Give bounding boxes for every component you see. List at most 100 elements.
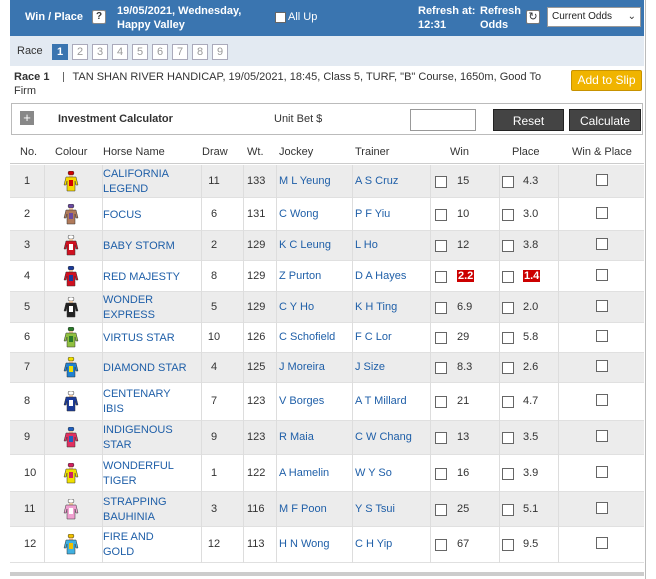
win-checkbox[interactable]: [435, 271, 447, 283]
win-checkbox[interactable]: [435, 468, 447, 480]
jockey-link[interactable]: A Hamelin: [279, 467, 329, 479]
win-checkbox[interactable]: [435, 240, 447, 252]
jockey-link[interactable]: K C Leung: [279, 239, 331, 251]
table-row: 8 CENTENARY IBIS 7 123 V Borges A T Millard 21 4…: [10, 383, 644, 421]
odds-type-select[interactable]: Current Odds ⌄: [547, 7, 641, 27]
race-tab-5[interactable]: 5: [132, 44, 148, 60]
horse-name-link[interactable]: STRAPPING BAUHINIA: [103, 495, 193, 525]
trainer-link[interactable]: A T Millard: [355, 395, 407, 407]
horse-name-link[interactable]: DIAMOND STAR: [103, 361, 193, 376]
allup-toggle[interactable]: All Up: [275, 11, 317, 23]
place-checkbox[interactable]: [502, 332, 514, 344]
race-tab-3[interactable]: 3: [92, 44, 108, 60]
win-checkbox[interactable]: [435, 432, 447, 444]
win-place-checkbox[interactable]: [596, 466, 608, 478]
win-place-checkbox[interactable]: [596, 238, 608, 250]
column-divider: [430, 261, 431, 292]
allup-checkbox[interactable]: [275, 11, 286, 23]
jockey-link[interactable]: V Borges: [279, 395, 324, 407]
race-tab-6[interactable]: 6: [152, 44, 168, 60]
column-divider: [499, 165, 500, 198]
trainer-link[interactable]: Y S Tsui: [355, 503, 395, 515]
jockey-link[interactable]: Z Purton: [279, 270, 321, 282]
weight-value: 129: [247, 239, 266, 251]
column-divider: [276, 492, 277, 527]
race-tab-8[interactable]: 8: [192, 44, 208, 60]
jockey-link[interactable]: R Maia: [279, 431, 314, 443]
win-place-checkbox[interactable]: [596, 300, 608, 312]
draw-value: 2: [210, 239, 218, 251]
win-place-checkbox[interactable]: [596, 394, 608, 406]
place-checkbox[interactable]: [502, 396, 514, 408]
jockey-link[interactable]: H N Wong: [279, 538, 330, 550]
win-place-checkbox[interactable]: [596, 174, 608, 186]
jockey-link[interactable]: C Schofield: [279, 331, 335, 343]
help-icon[interactable]: ?: [92, 10, 106, 24]
win-checkbox[interactable]: [435, 504, 447, 516]
race-tab-4[interactable]: 4: [112, 44, 128, 60]
place-checkbox[interactable]: [502, 504, 514, 516]
place-checkbox[interactable]: [502, 362, 514, 374]
win-place-checkbox[interactable]: [596, 360, 608, 372]
win-checkbox[interactable]: [435, 176, 447, 188]
trainer-link[interactable]: W Y So: [355, 467, 392, 479]
place-checkbox[interactable]: [502, 432, 514, 444]
horse-name-link[interactable]: WONDERFUL TIGER: [103, 459, 193, 489]
win-checkbox[interactable]: [435, 209, 447, 221]
reset-button[interactable]: Reset: [493, 109, 564, 131]
horse-name-link[interactable]: WONDER EXPRESS: [103, 293, 193, 323]
win-place-checkbox[interactable]: [596, 207, 608, 219]
expand-plus-icon[interactable]: +: [20, 111, 34, 125]
jockey-link[interactable]: M F Poon: [279, 503, 327, 515]
place-checkbox[interactable]: [502, 302, 514, 314]
trainer-link[interactable]: P F Yiu: [355, 208, 390, 220]
trainer-link[interactable]: F C Lor: [355, 331, 392, 343]
horse-name-link[interactable]: FIRE AND GOLD: [103, 530, 193, 560]
win-place-checkbox[interactable]: [596, 537, 608, 549]
place-checkbox[interactable]: [502, 468, 514, 480]
horse-name-link[interactable]: BABY STORM: [103, 239, 193, 254]
jockey-link[interactable]: C Wong: [279, 208, 319, 220]
win-checkbox[interactable]: [435, 332, 447, 344]
calculate-button[interactable]: Calculate: [569, 109, 641, 131]
win-place-checkbox[interactable]: [596, 269, 608, 281]
place-checkbox[interactable]: [502, 539, 514, 551]
win-place-checkbox[interactable]: [596, 330, 608, 342]
race-tab-1[interactable]: 1: [52, 44, 68, 60]
trainer-link[interactable]: L Ho: [355, 239, 378, 251]
trainer-link[interactable]: C H Yip: [355, 538, 392, 550]
trainer-link[interactable]: C W Chang: [355, 431, 412, 443]
win-checkbox[interactable]: [435, 396, 447, 408]
trainer-link[interactable]: J Size: [355, 361, 385, 373]
race-tab-2[interactable]: 2: [72, 44, 88, 60]
race-tab-7[interactable]: 7: [172, 44, 188, 60]
runner-number: 7: [24, 361, 31, 373]
jockey-link[interactable]: M L Yeung: [279, 175, 331, 187]
horse-name-link[interactable]: INDIGENOUS STAR: [103, 423, 193, 453]
win-checkbox[interactable]: [435, 362, 447, 374]
win-place-checkbox[interactable]: [596, 502, 608, 514]
place-checkbox[interactable]: [502, 176, 514, 188]
refresh-icon[interactable]: ↻: [526, 10, 540, 24]
trainer-link[interactable]: D A Hayes: [355, 270, 406, 282]
place-checkbox[interactable]: [502, 271, 514, 283]
horse-name-link[interactable]: CALIFORNIA LEGEND: [103, 167, 193, 197]
trainer-link[interactable]: A S Cruz: [355, 175, 398, 187]
trainer-link[interactable]: K H Ting: [355, 301, 397, 313]
place-checkbox[interactable]: [502, 209, 514, 221]
refresh-odds-button[interactable]: Refresh Odds: [480, 4, 524, 32]
place-checkbox[interactable]: [502, 240, 514, 252]
jockey-link[interactable]: C Y Ho: [279, 301, 314, 313]
horse-name-link[interactable]: VIRTUS STAR: [103, 331, 193, 346]
win-checkbox[interactable]: [435, 302, 447, 314]
horse-name-link[interactable]: RED MAJESTY: [103, 270, 193, 285]
win-checkbox[interactable]: [435, 539, 447, 551]
win-place-checkbox[interactable]: [596, 430, 608, 442]
race-tab-9[interactable]: 9: [212, 44, 228, 60]
horse-name-link[interactable]: CENTENARY IBIS: [103, 387, 193, 417]
unit-bet-input[interactable]: [410, 109, 476, 131]
column-divider: [276, 198, 277, 231]
horse-name-link[interactable]: FOCUS: [103, 208, 193, 223]
jockey-link[interactable]: J Moreira: [279, 361, 325, 373]
add-to-slip-button[interactable]: Add to Slip: [571, 70, 642, 91]
